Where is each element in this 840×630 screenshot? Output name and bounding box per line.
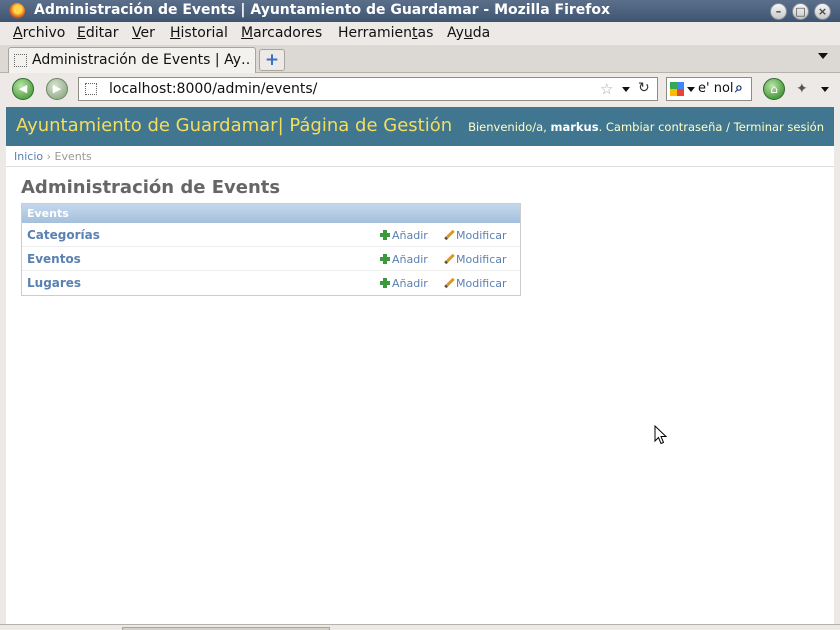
forward-button[interactable]: ▶ [46, 78, 68, 100]
navigation-bar: ◀ ▶ localhost:8000/admin/events/ ☆ ↻ e' … [0, 73, 840, 106]
pencil-icon [444, 254, 454, 264]
home-button[interactable]: ⌂ [763, 78, 785, 100]
add-lugares-button[interactable]: Añadir [380, 277, 428, 290]
tab-label: Administración de Events | Ay… [32, 52, 252, 68]
breadcrumb-current: Events [54, 150, 92, 163]
change-password-link[interactable]: Cambiar contraseña [606, 120, 723, 134]
menu-historial[interactable]: Historial [170, 25, 228, 41]
menu-herramientas[interactable]: Herramientas [338, 25, 433, 41]
tab-admin-events[interactable]: Administración de Events | Ay… [8, 47, 256, 73]
window-title: Administración de Events | Ayuntamiento … [34, 2, 611, 18]
username: markus [550, 120, 599, 134]
search-engine-dropdown-icon[interactable] [687, 87, 695, 92]
plus-icon [380, 278, 390, 288]
page-title: Administración de Events [21, 177, 281, 198]
url-bar[interactable]: localhost:8000/admin/events/ ☆ ↻ [78, 77, 658, 101]
menu-ver[interactable]: Ver [132, 25, 155, 41]
logout-link[interactable]: Terminar sesión [734, 120, 824, 134]
back-button[interactable]: ◀ [12, 78, 34, 100]
addon-dropdown-icon[interactable] [821, 87, 829, 92]
search-bar[interactable]: e' nol ⌕ [666, 77, 752, 101]
close-button[interactable]: × [814, 3, 831, 20]
bookmark-star-icon[interactable]: ☆ [600, 80, 613, 98]
mouse-cursor-icon [654, 425, 668, 445]
search-icon[interactable]: ⌕ [735, 80, 743, 96]
add-eventos-button[interactable]: Añadir [380, 253, 428, 266]
model-link-lugares[interactable]: Lugares [27, 276, 81, 290]
plus-icon [380, 254, 390, 264]
table-row: Eventos Añadir Modificar [22, 247, 520, 271]
plus-icon [380, 230, 390, 240]
change-categorias-button[interactable]: Modificar [444, 229, 507, 242]
google-search-engine-icon[interactable] [670, 82, 684, 96]
page-content: Ayuntamiento de Guardamar| Página de Ges… [6, 107, 834, 624]
window-border-right [834, 107, 840, 624]
app-module-events: Events Categorías Añadir Modificar Event… [21, 203, 521, 296]
maximize-button[interactable]: □ [792, 3, 809, 20]
window-titlebar: Administración de Events | Ayuntamiento … [0, 0, 840, 22]
tab-list-chevron-down-icon[interactable] [818, 53, 828, 59]
addon-icon[interactable]: ✦ [796, 81, 808, 97]
menu-editar[interactable]: Editar [77, 25, 118, 41]
menu-archivo[interactable]: Archivo [13, 25, 65, 41]
welcome-text: Bienvenido/a, [468, 120, 547, 134]
site-identity-icon[interactable] [85, 83, 97, 95]
change-lugares-button[interactable]: Modificar [444, 277, 507, 290]
change-eventos-button[interactable]: Modificar [444, 253, 507, 266]
menu-bar: Archivo Editar Ver Historial Marcadores … [0, 22, 840, 45]
new-tab-button[interactable]: + [259, 49, 285, 71]
site-header: Ayuntamiento de Guardamar| Página de Ges… [6, 107, 834, 146]
add-categorias-button[interactable]: Añadir [380, 229, 428, 242]
menu-ayuda[interactable]: Ayuda [447, 25, 490, 41]
search-input[interactable]: e' nol [698, 81, 734, 96]
breadcrumb-separator: › [46, 150, 52, 163]
table-row: Categorías Añadir Modificar [22, 223, 520, 247]
page-favicon-icon [14, 54, 27, 67]
site-branding: Ayuntamiento de Guardamar| Página de Ges… [16, 115, 453, 136]
url-text[interactable]: localhost:8000/admin/events/ [109, 81, 317, 97]
menu-marcadores[interactable]: Marcadores [241, 25, 322, 41]
breadcrumb-home-link[interactable]: Inicio [14, 150, 43, 163]
module-caption[interactable]: Events [22, 204, 520, 223]
status-bar [0, 624, 840, 630]
url-history-dropdown-icon[interactable] [622, 87, 630, 92]
tab-bar: Administración de Events | Ay… + [0, 45, 840, 73]
model-link-eventos[interactable]: Eventos [27, 252, 81, 266]
table-row: Lugares Añadir Modificar [22, 271, 520, 295]
user-tools-separator: / [726, 120, 730, 134]
pencil-icon [444, 230, 454, 240]
pencil-icon [444, 278, 454, 288]
reload-icon[interactable]: ↻ [638, 80, 650, 96]
model-link-categorias[interactable]: Categorías [27, 228, 100, 242]
breadcrumb: Inicio › Events [6, 146, 834, 167]
firefox-icon [9, 3, 25, 19]
user-tools: Bienvenido/a, markus. Cambiar contraseña… [468, 120, 824, 134]
minimize-button[interactable]: – [770, 3, 787, 20]
